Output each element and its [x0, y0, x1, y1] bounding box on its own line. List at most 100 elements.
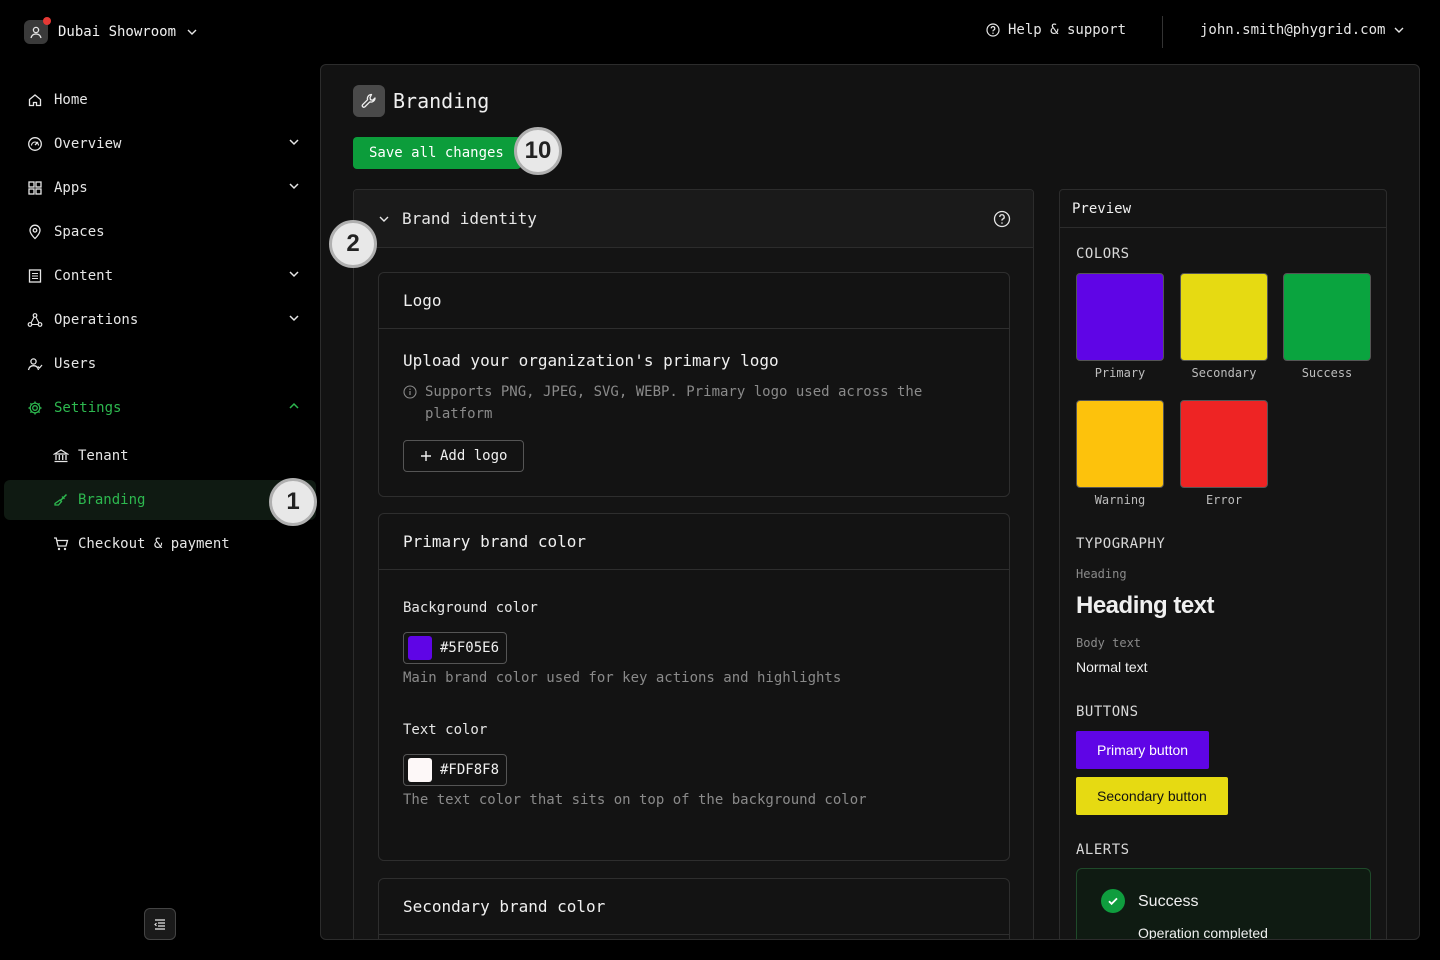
text-color-input[interactable]: #FDF8F8: [403, 754, 507, 786]
brand-identity-panel: Brand identity Logo Upload your organiza…: [353, 189, 1034, 939]
preview-title: Preview: [1060, 190, 1386, 228]
error-color-swatch: [1180, 400, 1268, 488]
success-color-swatch: [1283, 273, 1371, 361]
logo-card-body: Upload your organization's primary logo …: [379, 329, 1009, 496]
account-menu[interactable]: john.smith@phygrid.com: [1200, 22, 1405, 38]
success-alert: Success Operation completed: [1076, 868, 1371, 940]
card-title: Primary brand color: [379, 514, 1009, 570]
annotation-badge: 1: [269, 478, 317, 526]
grid-icon: [26, 179, 44, 197]
color-swatch: [408, 758, 432, 782]
page-header: Branding: [353, 85, 489, 117]
color-swatch: [408, 636, 432, 660]
sidebar-item-settings[interactable]: Settings: [26, 388, 302, 428]
sidebar-item-label: Settings: [54, 400, 122, 416]
swatch-label: Success: [1301, 366, 1353, 380]
chevron-down-icon: [288, 312, 300, 324]
sidebar-item-users[interactable]: Users: [26, 344, 302, 384]
tenant-switcher[interactable]: Dubai Showroom: [24, 17, 198, 44]
sidebar-item-overview[interactable]: Overview: [26, 124, 302, 164]
text-color-label: Text color: [403, 722, 488, 738]
body-caption: Body text: [1076, 636, 1142, 650]
secondary-color-card: Secondary brand color: [378, 878, 1010, 939]
help-circle-icon[interactable]: [993, 210, 1011, 228]
secondary-color-swatch: [1180, 273, 1268, 361]
account-email: john.smith@phygrid.com: [1200, 22, 1386, 38]
alert-title: Success: [1138, 893, 1199, 910]
bg-color-label: Background color: [403, 600, 538, 616]
help-support-link[interactable]: Help & support: [986, 22, 1126, 38]
bg-color-value: #5F05E6: [440, 640, 500, 656]
notification-dot: [43, 17, 51, 25]
sidebar-subitem-tenant[interactable]: Tenant: [4, 436, 316, 476]
wrench-icon: [353, 85, 385, 117]
gauge-icon: [26, 135, 44, 153]
card-title: Secondary brand color: [379, 879, 1009, 935]
chevron-down-icon: [1393, 24, 1405, 36]
text-color-help: The text color that sits on top of the b…: [403, 792, 867, 808]
menu-collapse-icon: [153, 917, 167, 931]
page-title: Branding: [393, 89, 490, 113]
swatch-label: Primary: [1094, 366, 1146, 380]
heading-sample: Heading text: [1076, 592, 1215, 619]
preview-secondary-button[interactable]: Secondary button: [1076, 777, 1228, 815]
sidebar-item-label: Spaces: [54, 224, 105, 240]
home-icon: [26, 91, 44, 109]
help-circle-icon: [986, 23, 1000, 37]
heading-caption: Heading: [1076, 567, 1127, 581]
swatch-label: Warning: [1094, 493, 1146, 507]
network-icon: [26, 311, 44, 329]
card-title: Logo: [379, 273, 1009, 329]
swatch-label: Error: [1205, 493, 1243, 507]
brush-icon: [52, 491, 70, 509]
colors-heading: COLORS: [1076, 246, 1130, 262]
divider: [1162, 16, 1163, 48]
check-circle-icon: [1101, 889, 1125, 913]
warning-color-swatch: [1076, 400, 1164, 488]
alert-message: Operation completed: [1138, 925, 1268, 940]
sidebar-item-label: Users: [54, 356, 97, 372]
upload-title: Upload your organization's primary logo: [403, 351, 779, 370]
sidebar-item-label: Apps: [54, 180, 88, 196]
sidebar-item-home[interactable]: Home: [26, 80, 302, 120]
save-all-changes-button[interactable]: Save all changes: [353, 137, 521, 169]
section-title: Brand identity: [402, 209, 537, 228]
users-icon: [26, 355, 44, 373]
text-color-value: #FDF8F8: [440, 762, 500, 778]
add-logo-button[interactable]: Add logo: [403, 440, 524, 472]
swatch-label: Secondary: [1191, 366, 1257, 380]
primary-color-swatch: [1076, 273, 1164, 361]
chevron-down-icon: [288, 268, 300, 280]
sidebar-item-label: Content: [54, 268, 114, 284]
body-sample: Normal text: [1076, 659, 1148, 675]
upload-desc-text: Supports PNG, JPEG, SVG, WEBP. Primary l…: [425, 384, 923, 422]
sidebar-item-apps[interactable]: Apps: [26, 168, 302, 208]
brand-identity-header[interactable]: Brand identity: [354, 190, 1033, 248]
typography-heading: TYPOGRAPHY: [1076, 536, 1166, 552]
gear-icon: [26, 399, 44, 417]
cart-icon: [52, 535, 70, 553]
chevron-down-icon: [186, 26, 198, 38]
sidebar-item-operations[interactable]: Operations: [26, 300, 302, 340]
chevron-down-icon: [288, 180, 300, 192]
collapse-sidebar-button[interactable]: [144, 908, 176, 940]
logo-card: Logo Upload your organization's primary …: [378, 272, 1010, 497]
preview-primary-button[interactable]: Primary button: [1076, 731, 1210, 769]
sidebar-item-content[interactable]: Content: [26, 256, 302, 296]
add-logo-label: Add logo: [440, 448, 508, 464]
bg-color-input[interactable]: #5F05E6: [403, 632, 507, 664]
plus-icon: [420, 450, 432, 462]
main-content: Branding Save all changes Brand identity…: [320, 64, 1420, 940]
primary-color-body: Background color #5F05E6 Main brand colo…: [379, 570, 1009, 860]
buttons-heading: BUTTONS: [1076, 704, 1139, 720]
bg-color-help: Main brand color used for key actions an…: [403, 670, 842, 686]
preview-panel: Preview COLORS Primary Secondary Success…: [1059, 189, 1387, 940]
upload-description: Supports PNG, JPEG, SVG, WEBP. Primary l…: [403, 381, 963, 425]
top-bar: Dubai Showroom Help & support john.smith…: [0, 0, 1440, 64]
sidebar-item-spaces[interactable]: Spaces: [26, 212, 302, 252]
sidebar-item-label: Home: [54, 92, 88, 108]
sidebar-subitem-checkout[interactable]: Checkout & payment: [4, 524, 316, 564]
sidebar-subitem-label: Branding: [78, 492, 146, 508]
annotation-badge: 10: [514, 127, 562, 175]
annotation-badge: 2: [329, 220, 377, 268]
